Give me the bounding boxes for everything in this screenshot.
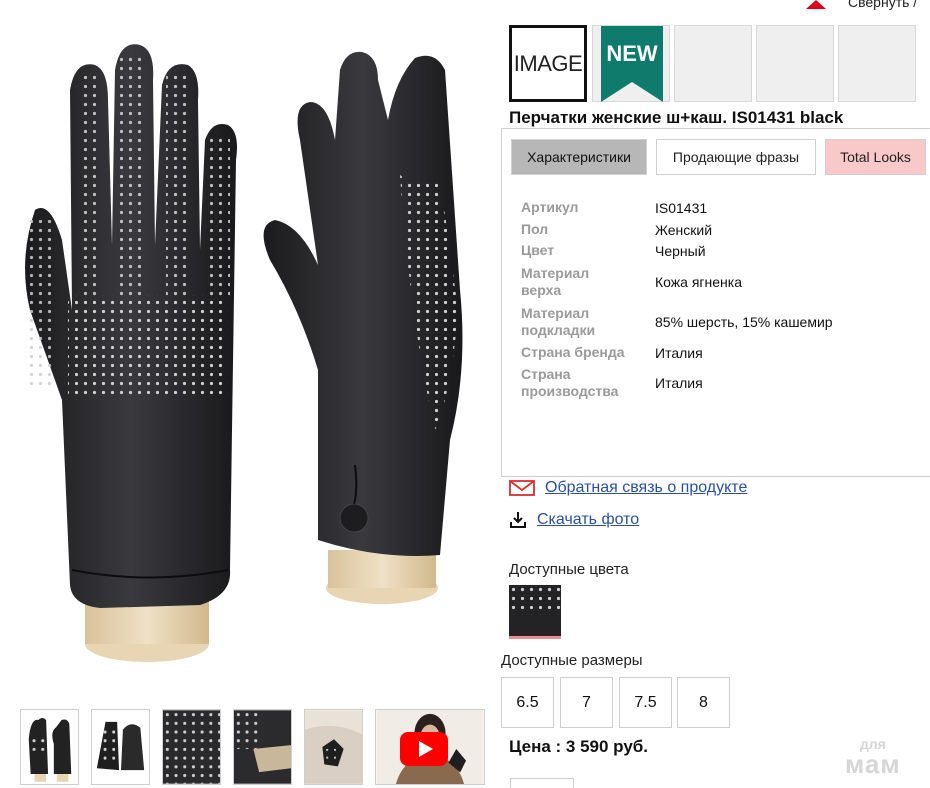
new-badge: NEW — [592, 25, 670, 102]
gloves-illustration — [25, 44, 463, 662]
color-swatch-image — [509, 585, 561, 636]
tab-total-looks[interactable]: Total Looks — [825, 139, 926, 175]
main-product-image[interactable] — [0, 10, 495, 700]
specs-panel — [501, 128, 930, 477]
spec-row: Страна бренда Италия — [521, 344, 921, 361]
quantity-input[interactable] — [510, 778, 574, 788]
size-option[interactable]: 7.5 — [619, 677, 672, 728]
collapse-arrow-icon[interactable] — [806, 0, 826, 9]
color-swatch-black[interactable] — [509, 585, 561, 639]
collapse-link[interactable]: Свернуть / — [848, 0, 930, 10]
spec-row: Страна производства Италия — [521, 365, 921, 401]
thumbnail[interactable] — [91, 709, 150, 785]
thumbnail-video[interactable] — [375, 709, 485, 785]
spec-row: Материал подкладки 85% шерсть, 15% кашем… — [521, 304, 921, 340]
badge-slot — [838, 25, 916, 102]
size-option[interactable]: 7 — [560, 677, 613, 728]
download-icon — [510, 512, 526, 528]
watermark: для мам — [845, 737, 901, 777]
product-title: Перчатки женские ш+каш. IS01431 black — [509, 108, 844, 127]
spec-value: 85% шерсть, 15% кашемир — [655, 314, 833, 330]
tab-selling-phrases[interactable]: Продающие фразы — [656, 139, 816, 175]
feedback-link-row: Обратная связь о продукте — [509, 479, 747, 497]
feedback-link[interactable]: Обратная связь о продукте — [545, 479, 747, 497]
spec-label: Страна производства — [521, 366, 619, 399]
thumbnail[interactable] — [233, 709, 292, 785]
thumbnail[interactable] — [20, 709, 79, 785]
spec-row: Цвет Черный — [521, 242, 921, 259]
image-badge: IMAGE — [509, 25, 587, 102]
spec-row: Пол Женский — [521, 221, 921, 238]
thumb-model-hands-image — [305, 710, 362, 784]
thumbnail[interactable] — [304, 709, 363, 785]
mail-icon — [509, 480, 535, 496]
spec-value: Черный — [655, 242, 706, 259]
available-colors-label: Доступные цвета — [509, 561, 629, 578]
thumb-cuff-closeup-image — [234, 710, 291, 784]
badge-slot — [674, 25, 752, 102]
thumb-studs-closeup-image — [163, 710, 220, 784]
spec-label: Страна бренда — [521, 344, 625, 360]
spec-value: Италия — [655, 375, 703, 391]
product-price: Цена : 3 590 руб. — [509, 737, 649, 756]
size-option[interactable]: 6.5 — [501, 677, 554, 728]
spec-label: Материал подкладки — [521, 305, 596, 338]
spec-value: IS01431 — [655, 199, 708, 216]
new-badge-label: NEW — [606, 41, 658, 66]
spec-value: Италия — [655, 344, 703, 361]
spec-value: Кожа ягненка — [655, 274, 742, 290]
spec-row: Артикул IS01431 — [521, 199, 921, 216]
spec-label: Материал верха — [521, 265, 590, 298]
play-icon[interactable] — [400, 732, 448, 766]
download-photo-link[interactable]: Скачать фото — [537, 511, 639, 529]
spec-label: Артикул — [521, 199, 579, 215]
badge-slot — [756, 25, 834, 102]
spec-label: Цвет — [521, 242, 555, 258]
thumb-front-pair-image — [21, 710, 78, 784]
spec-label: Пол — [521, 221, 549, 237]
watermark-line2: мам — [845, 749, 901, 779]
size-option[interactable]: 8 — [677, 677, 730, 728]
download-link-row: Скачать фото — [509, 511, 639, 529]
thumb-folded-pair-image — [92, 710, 149, 784]
tab-characteristics[interactable]: Характеристики — [511, 139, 647, 175]
thumbnail[interactable] — [162, 709, 221, 785]
spec-row: Материал верха Кожа ягненка — [521, 264, 921, 300]
spec-value: Женский — [655, 221, 713, 238]
new-ribbon-icon: NEW — [601, 26, 663, 102]
available-sizes-label: Доступные размеры — [501, 652, 643, 669]
